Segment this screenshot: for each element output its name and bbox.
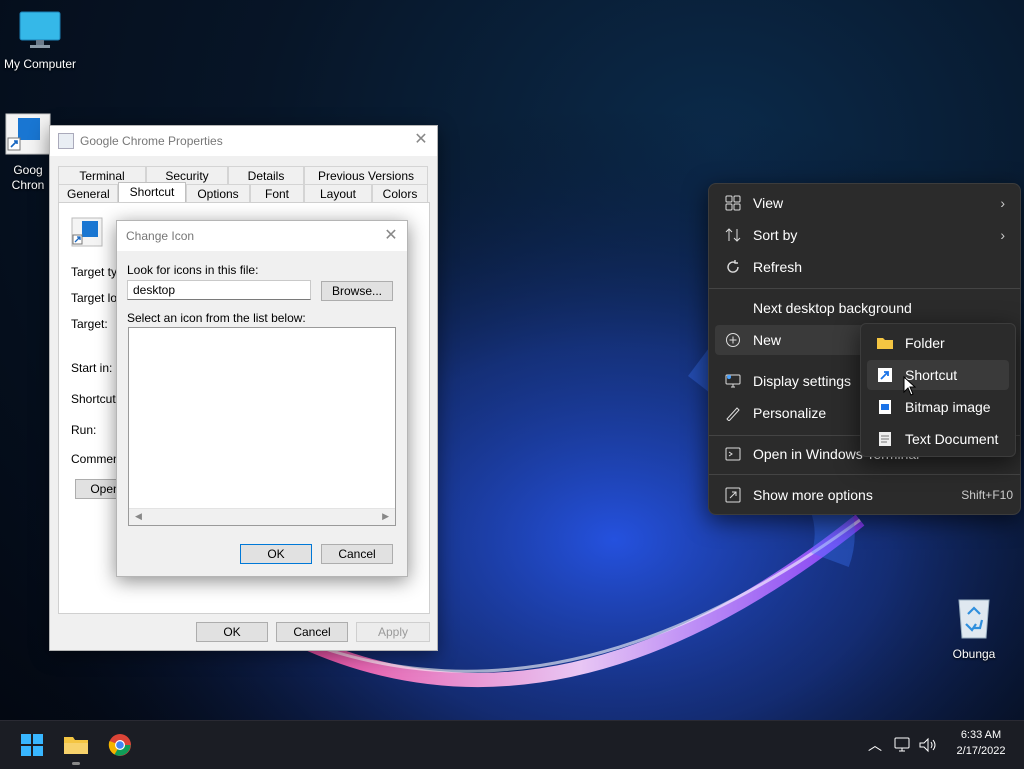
icon-list[interactable]: ◀ ▶ xyxy=(128,327,396,526)
submenu-item-bitmap-label: Bitmap image xyxy=(905,399,991,415)
menu-item-new[interactable]: New xyxy=(715,325,865,355)
properties-titlebar[interactable]: Google Chrome Properties ✕ xyxy=(50,126,437,156)
tab-shortcut[interactable]: Shortcut xyxy=(118,182,186,202)
change-icon-dialog: Change Icon ✕ Look for icons in this fil… xyxy=(116,220,408,577)
recycle-bin-label: Obunga xyxy=(952,647,996,661)
scroll-left-icon[interactable]: ◀ xyxy=(135,511,142,522)
menu-item-view-label: View xyxy=(753,195,784,211)
menu-item-next-desktop-background[interactable]: Next desktop background xyxy=(715,293,1013,323)
mouse-cursor-icon xyxy=(903,376,917,396)
running-indicator xyxy=(72,762,80,765)
tab-general[interactable]: General xyxy=(58,184,118,202)
apply-button[interactable]: Apply xyxy=(356,622,430,642)
menu-item-new-label: New xyxy=(753,332,782,348)
tab-font[interactable]: Font xyxy=(250,184,304,202)
menu-item-sort-by-label: Sort by xyxy=(753,227,798,243)
grid-icon xyxy=(723,193,743,213)
run-label: Run: xyxy=(71,423,97,437)
file-explorer-icon xyxy=(64,737,88,754)
chevron-up-icon[interactable]: ︿ xyxy=(868,735,882,755)
close-icon[interactable]: ✕ xyxy=(383,228,399,244)
terminal-icon xyxy=(723,444,743,464)
chrome-icon xyxy=(108,734,131,756)
target-label: Target: xyxy=(71,317,108,331)
refresh-icon xyxy=(723,257,743,277)
file-explorer-taskbar-button[interactable] xyxy=(60,729,92,765)
plus-circle-icon xyxy=(723,330,743,350)
recycle-bin-icon xyxy=(958,599,990,639)
folder-icon xyxy=(875,333,895,353)
tab-options[interactable]: Options xyxy=(186,184,250,202)
network-icon[interactable] xyxy=(894,737,912,753)
clock-time[interactable]: 6:33 AM xyxy=(948,729,1014,741)
menu-item-display-settings[interactable]: Display settings xyxy=(715,366,865,396)
browse-button[interactable]: Browse... xyxy=(321,281,393,301)
more-options-icon xyxy=(723,485,743,505)
shortcut-file-icon xyxy=(5,113,51,155)
menu-item-refresh[interactable]: Refresh xyxy=(715,252,1013,282)
icon-file-input[interactable] xyxy=(127,280,311,300)
start-in-label: Start in: xyxy=(71,361,113,375)
menu-item-personalize[interactable]: Personalize xyxy=(715,398,865,428)
tab-previous-versions[interactable]: Previous Versions xyxy=(304,166,428,184)
chrome-taskbar-button[interactable] xyxy=(104,729,136,761)
menu-item-sort-by[interactable]: Sort by › xyxy=(715,220,1013,250)
submenu-item-text-document[interactable]: Text Document xyxy=(867,424,1009,454)
tabs-row-1: Terminal Security Details Previous Versi… xyxy=(58,166,428,184)
volume-icon[interactable] xyxy=(918,737,938,753)
cancel-button[interactable]: Cancel xyxy=(276,622,348,642)
ok-button[interactable]: OK xyxy=(196,622,268,642)
tab-layout[interactable]: Layout xyxy=(304,184,372,202)
menu-item-show-more-options-label: Show more options xyxy=(753,487,873,503)
tab-colors[interactable]: Colors xyxy=(372,184,428,202)
my-computer-label: My Computer xyxy=(3,57,77,71)
clock-date[interactable]: 2/17/2022 xyxy=(948,745,1014,757)
change-icon-ok-button[interactable]: OK xyxy=(240,544,312,564)
shortcut-hint: Shift+F10 xyxy=(961,488,1013,502)
change-icon-title: Change Icon xyxy=(126,229,195,243)
chevron-right-icon: › xyxy=(1000,227,1005,243)
start-icon xyxy=(21,734,43,756)
chevron-right-icon: › xyxy=(1000,195,1005,211)
menu-item-next-background-label: Next desktop background xyxy=(753,300,912,316)
new-submenu: Folder Shortcut Bitmap image Text Docume… xyxy=(860,323,1016,457)
taskbar: ︿ 6:33 AM 2/17/2022 xyxy=(0,720,1024,769)
shortcut-file-icon xyxy=(71,217,103,247)
submenu-item-text-document-label: Text Document xyxy=(905,431,999,447)
change-icon-titlebar[interactable]: Change Icon ✕ xyxy=(117,221,407,251)
start-button[interactable] xyxy=(16,729,48,761)
horizontal-scrollbar[interactable]: ◀ ▶ xyxy=(129,508,395,525)
menu-item-view[interactable]: View › xyxy=(715,188,1013,218)
text-document-icon xyxy=(875,429,895,449)
submenu-item-shortcut[interactable]: Shortcut xyxy=(867,360,1009,390)
properties-title: Google Chrome Properties xyxy=(80,134,223,148)
menu-item-show-more-options[interactable]: Show more options Shift+F10 xyxy=(715,480,1013,510)
display-icon xyxy=(723,371,743,391)
tab-details[interactable]: Details xyxy=(228,166,304,184)
tabs-row-2: General Shortcut Options Font Layout Col… xyxy=(58,182,428,202)
shortcut-icon xyxy=(875,365,895,385)
select-icon-label: Select an icon from the list below: xyxy=(127,311,306,325)
brush-icon xyxy=(723,403,743,423)
submenu-item-folder[interactable]: Folder xyxy=(867,328,1009,358)
menu-separator xyxy=(709,288,1020,289)
window-app-icon xyxy=(58,133,74,149)
submenu-item-folder-label: Folder xyxy=(905,335,945,351)
look-for-icons-label: Look for icons in this file: xyxy=(127,263,259,277)
bitmap-icon xyxy=(875,397,895,417)
monitor-icon xyxy=(19,11,61,48)
sort-icon xyxy=(723,225,743,245)
menu-item-personalize-label: Personalize xyxy=(753,405,827,421)
my-computer-desktop-icon[interactable]: My Computer xyxy=(0,10,80,72)
blank-icon xyxy=(723,298,743,318)
menu-item-refresh-label: Refresh xyxy=(753,259,803,275)
scroll-right-icon[interactable]: ▶ xyxy=(382,511,389,522)
recycle-bin-desktop-icon[interactable]: Obunga xyxy=(934,596,1014,662)
submenu-item-bitmap[interactable]: Bitmap image xyxy=(867,392,1009,422)
menu-separator xyxy=(709,474,1020,475)
change-icon-cancel-button[interactable]: Cancel xyxy=(321,544,393,564)
close-icon[interactable]: ✕ xyxy=(413,132,429,148)
menu-item-display-settings-label: Display settings xyxy=(753,373,852,389)
